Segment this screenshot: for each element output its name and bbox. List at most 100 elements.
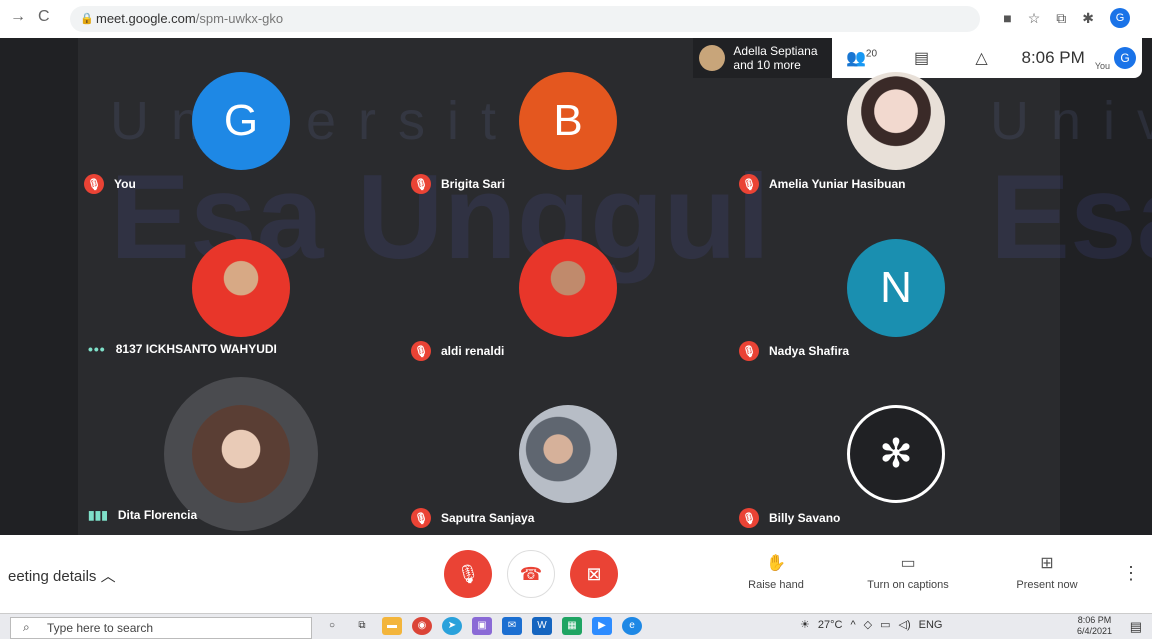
participant-photo (847, 72, 945, 170)
raise-hand-button[interactable]: ✋ Raise hand (746, 553, 806, 591)
mic-off-icon: 🎙 (411, 341, 431, 361)
taskbar-time: 8:06 PM (1077, 615, 1112, 625)
hand-icon: ✋ (766, 555, 786, 572)
loading-spinner-icon: ✻ (879, 432, 913, 476)
presenter-more: and 10 more (733, 58, 801, 72)
mail-icon[interactable]: ✉ (502, 617, 522, 635)
taskbar-date: 6/4/2021 (1076, 626, 1112, 636)
search-placeholder: Type here to search (47, 621, 154, 635)
chevron-up-icon[interactable]: ^ (850, 619, 855, 631)
participant-name: Dita Florencia (117, 508, 198, 522)
chat-icon: ▤ (913, 50, 930, 67)
address-bar[interactable]: 🔒 meet.google.com/spm-uwkx-gko (70, 6, 980, 32)
participant-photo (519, 239, 617, 337)
search-icon: ⌕ (23, 620, 30, 634)
weather-text[interactable]: 27°C (818, 619, 843, 631)
chrome-icon[interactable]: ◉ (412, 617, 432, 635)
volume-icon[interactable]: ◁) (899, 618, 911, 631)
file-explorer-icon[interactable]: ▬ (382, 617, 402, 635)
meet-avatar[interactable]: G (1114, 47, 1136, 69)
app-icon[interactable]: ▣ (472, 617, 492, 635)
mic-toggle-button[interactable]: 🎙 (444, 550, 492, 598)
leave-call-button[interactable]: ☎ (507, 550, 555, 598)
meet-topbar: Adella Septiana and 10 more 👥20 ▤ △ 8:06… (693, 38, 1142, 78)
profile-avatar[interactable]: G (1110, 8, 1130, 28)
participant-label: 🎙 Billy Savano (739, 508, 840, 528)
presenter-avatar (699, 45, 726, 71)
edge-icon[interactable]: e (622, 617, 642, 635)
participant-label: 🎙 Amelia Yuniar Hasibuan (739, 174, 906, 194)
participant-name: 8137 ICKHSANTO WAHYUDI (115, 342, 277, 356)
taskbar-clock[interactable]: 8:06 PM 6/4/2021 (1077, 615, 1112, 637)
participant-photo (192, 405, 290, 503)
captions-label: Turn on captions (867, 579, 949, 591)
participant-count: 20 (865, 48, 878, 60)
people-icon: 👥 (845, 50, 866, 67)
avatar-initial: B (553, 96, 583, 145)
presenter-chip[interactable]: Adella Septiana and 10 more (693, 38, 832, 78)
participant-label: 🎙 Saputra Sanjaya (411, 508, 534, 528)
camera-off-icon: ⊠ (586, 563, 602, 584)
meeting-details-button[interactable]: eeting details ︿ (8, 565, 116, 586)
zoom-icon[interactable]: ▶ (592, 617, 612, 635)
forward-icon[interactable]: → (10, 8, 26, 26)
mic-off-icon: 🎙 (411, 508, 431, 528)
present-icon: ⊞ (1040, 555, 1054, 572)
people-button[interactable]: 👥20 (832, 48, 892, 68)
camera-indicator-icon[interactable]: ■ (1003, 10, 1011, 26)
bookmark-star-icon[interactable]: ☆ (1028, 10, 1041, 27)
participant-avatar: G (192, 72, 290, 170)
participant-name: You (114, 177, 136, 191)
mic-off-icon: 🎙 (84, 174, 104, 194)
telegram-icon[interactable]: ➤ (442, 617, 462, 635)
more-options-icon[interactable]: ⋮ (1122, 563, 1140, 584)
participant-name: Nadya Shafira (769, 344, 850, 358)
mic-off-icon: 🎙 (411, 174, 431, 194)
chevron-up-icon: ︿ (100, 568, 116, 585)
network-icon[interactable]: ◇ (864, 618, 872, 631)
participant-name: Brigita Sari (441, 177, 506, 191)
participant-name: Saputra Sanjaya (441, 511, 535, 525)
extension-icon[interactable]: ⧉ (1056, 10, 1066, 27)
you-label: You (1094, 61, 1110, 71)
participant-name: Billy Savano (769, 511, 841, 525)
mic-off-icon: 🎙 (456, 563, 480, 584)
lock-icon: 🔒 (80, 13, 94, 25)
avatar-initial: N (880, 263, 912, 312)
language-indicator[interactable]: ENG (919, 619, 943, 631)
present-now-button[interactable]: ⊞ Present now (1012, 553, 1082, 591)
watermark-text-4: Esa (990, 150, 1152, 284)
participant-name: aldi renaldi (441, 344, 505, 358)
task-view-icon[interactable]: ⧉ (352, 617, 372, 635)
participant-label: ••• 8137 ICKHSANTO WAHYUDI (88, 341, 277, 357)
camera-toggle-button[interactable]: ⊠ (570, 550, 618, 598)
browser-toolbar: → C 🔒 meet.google.com/spm-uwkx-gko ■ ☆ ⧉… (0, 0, 1152, 39)
chat-button[interactable]: ▤ (892, 48, 952, 68)
cortana-icon[interactable]: ○ (322, 617, 342, 635)
word-icon[interactable]: W (532, 617, 552, 635)
captions-button[interactable]: ▭ Turn on captions (860, 553, 956, 591)
activities-button[interactable]: △ (952, 48, 1012, 68)
taskbar-search[interactable]: ⌕ Type here to search (10, 617, 312, 639)
mic-off-icon: 🎙 (739, 508, 759, 528)
watermark-text-3: Univer (990, 91, 1152, 151)
participant-label: 🎙 Brigita Sari (411, 174, 505, 194)
meet-stage: Universitas Esa Unggul Univer Esa Adella… (0, 38, 1152, 535)
spreadsheet-icon[interactable]: ▦ (562, 617, 582, 635)
speaking-bars-icon: ▮▮▮ (88, 508, 108, 522)
activities-icon: △ (975, 50, 988, 67)
puzzle-icon[interactable]: ✱ (1082, 10, 1094, 27)
reload-icon[interactable]: C (38, 8, 50, 26)
windows-taskbar: ⌕ Type here to search ○ ⧉ ▬ ◉ ➤ ▣ ✉ W ▦ … (0, 613, 1152, 639)
mic-off-icon: 🎙 (739, 174, 759, 194)
hang-up-icon: ☎ (519, 563, 543, 584)
mic-off-icon: 🎙 (739, 341, 759, 361)
battery-icon[interactable]: ▭ (880, 618, 890, 631)
avatar-initial: G (223, 96, 259, 145)
meeting-details-label: eeting details (8, 568, 97, 585)
url-text: meet.google.com/spm-uwkx-gko (96, 11, 284, 26)
notification-icon[interactable]: ▤ (1130, 619, 1142, 635)
participant-avatar: B (519, 72, 617, 170)
presenter-name: Adella Septiana (733, 44, 818, 58)
participant-label: 🎙 Nadya Shafira (739, 341, 849, 361)
